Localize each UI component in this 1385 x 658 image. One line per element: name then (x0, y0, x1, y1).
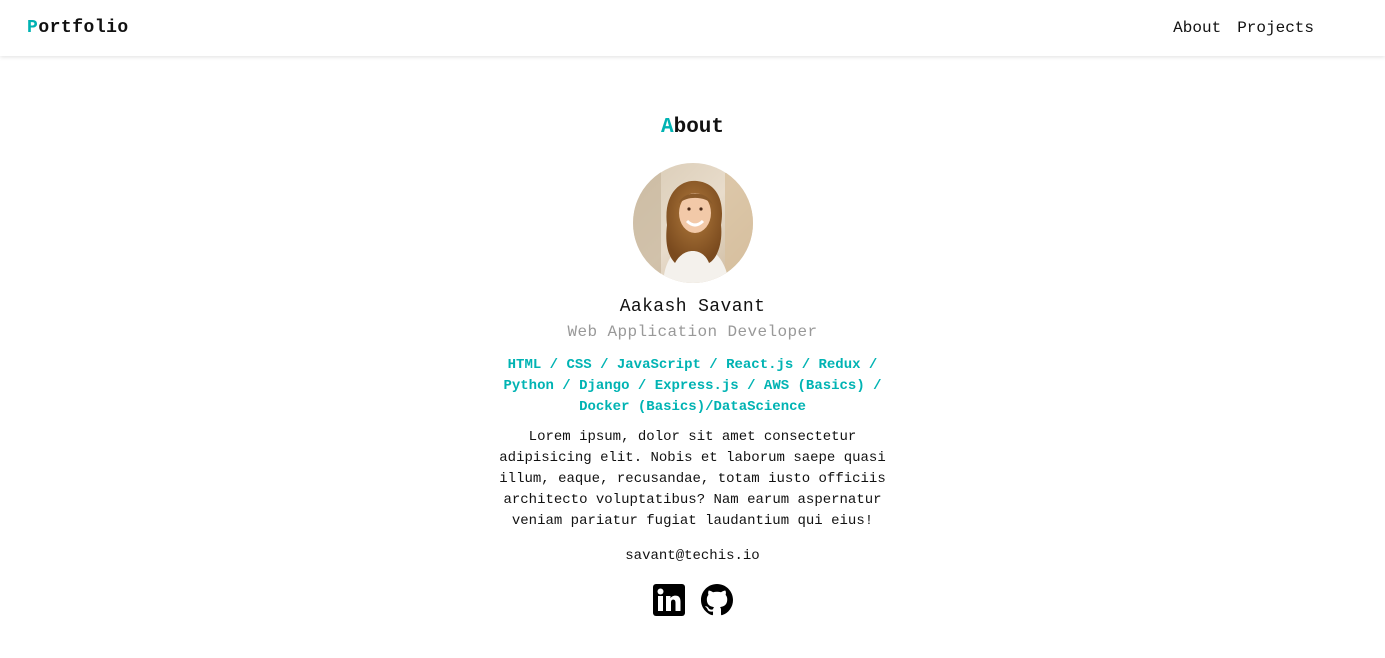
brand-rest: ortfolio (38, 18, 129, 38)
profile-role: Web Application Developer (567, 323, 818, 341)
social-links (652, 584, 733, 616)
avatar (632, 163, 753, 283)
github-icon[interactable] (700, 584, 733, 616)
bio-text: Lorem ipsum, dolor sit amet consectetur … (499, 429, 886, 529)
about-section: About Aakash Savant Web Application Deve… (0, 116, 1385, 616)
nav-link-about[interactable]: About (1173, 19, 1221, 37)
title-initial: A (660, 116, 674, 139)
skills-list: HTML / CSS / JavaScript / React.js / Red… (503, 357, 882, 415)
linkedin-icon[interactable] (652, 584, 685, 616)
brand-initial: P (27, 18, 39, 38)
email-text: savant@techis.io (625, 548, 760, 564)
brand-logo[interactable]: Portfolio (27, 18, 129, 38)
section-title: About (661, 116, 724, 142)
navbar: Portfolio About Projects (0, 0, 1385, 56)
nav-links: About Projects (1173, 19, 1314, 37)
title-rest: bout (673, 116, 725, 139)
nav-link-projects[interactable]: Projects (1237, 19, 1314, 37)
profile-name: Aakash Savant (619, 297, 766, 317)
